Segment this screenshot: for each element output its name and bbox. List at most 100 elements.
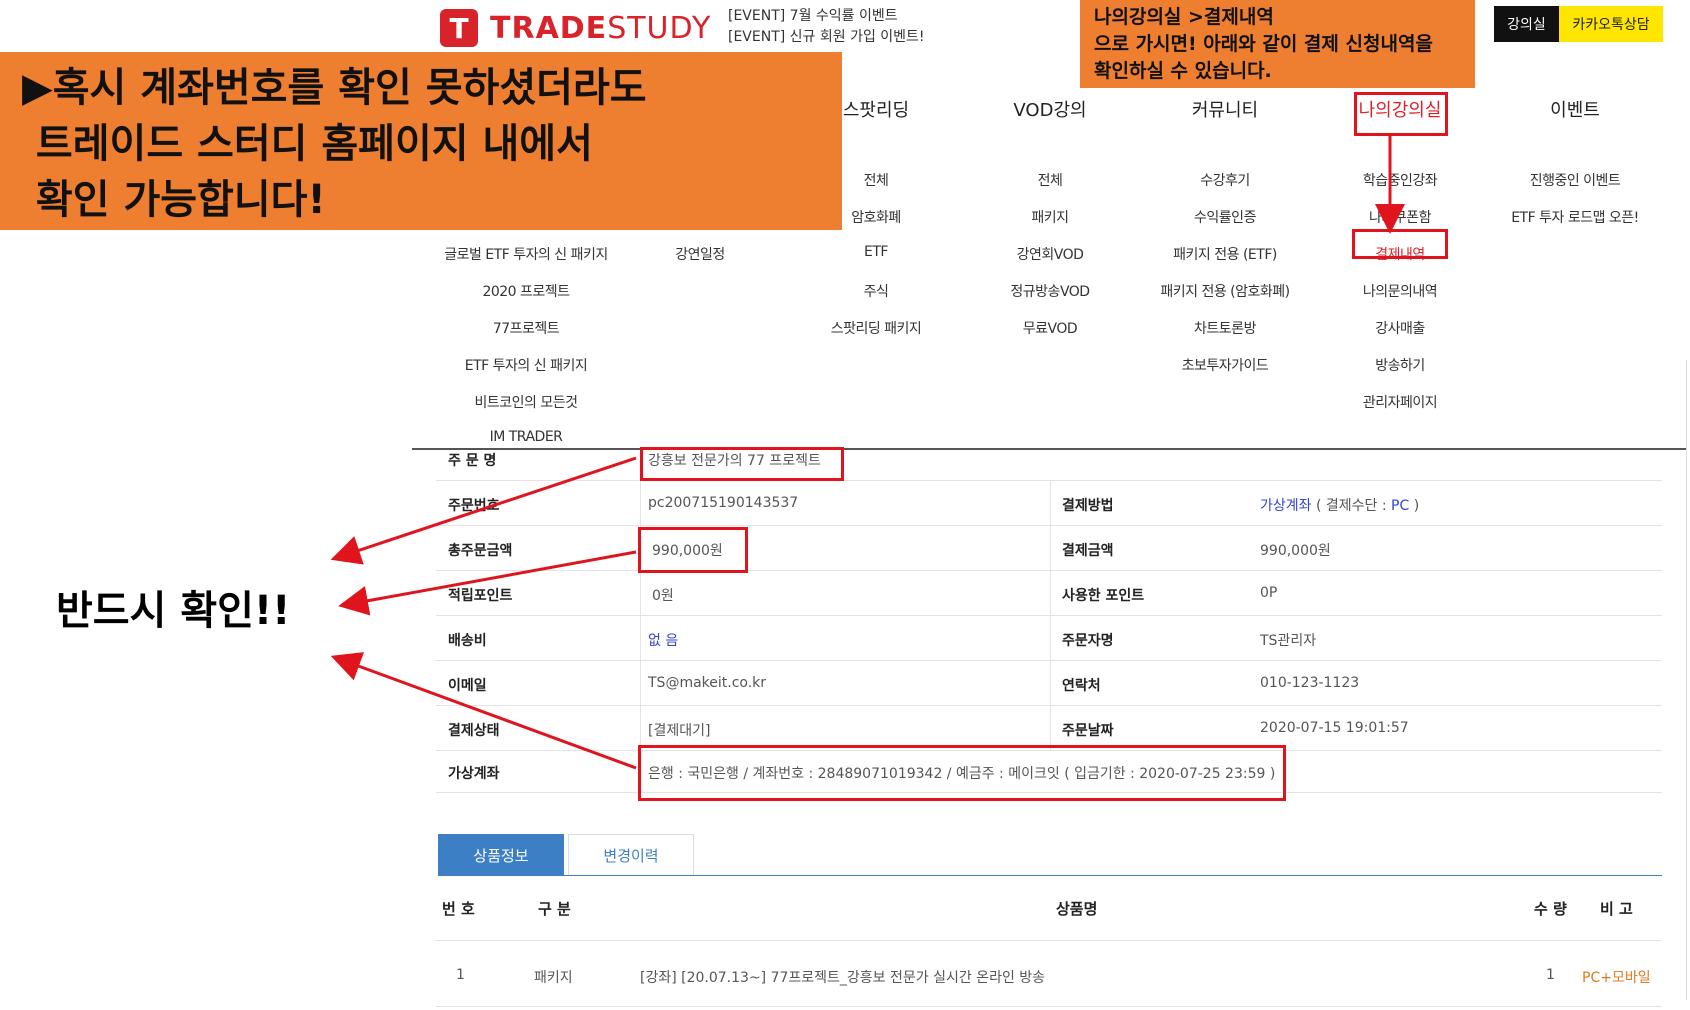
virtual-account-label: 가상계좌 <box>448 766 500 782</box>
menu-item[interactable]: 무료VOD <box>960 318 1140 338</box>
menu-item[interactable]: 강연회VOD <box>960 244 1140 264</box>
tab-product-info[interactable]: 상품정보 <box>438 834 564 876</box>
menu-item[interactable]: 패키지 전용 (ETF) <box>1135 244 1315 264</box>
order-field-label: 주문번호 <box>448 498 500 514</box>
product-number: 1 <box>456 967 465 983</box>
order-field-value: [결제대기] <box>648 723 711 739</box>
kakao-consult-button[interactable]: 카카오톡상담 <box>1559 6 1663 42</box>
menu-item[interactable]: 77프로젝트 <box>436 318 616 338</box>
event-link[interactable]: [EVENT] 신규 회원 가입 이벤트! <box>728 27 925 48</box>
order-field-label: 배송비 <box>448 633 487 649</box>
menu-item[interactable]: 초보투자가이드 <box>1135 355 1315 375</box>
logo-mark-icon: T <box>440 9 478 47</box>
order-field-value: 010-123-1123 <box>1260 675 1360 691</box>
order-field-label: 이메일 <box>448 678 487 694</box>
menu-item[interactable]: 진행중인 이벤트 <box>1485 170 1665 190</box>
menu-item[interactable]: 나의쿠폰함 <box>1310 207 1490 227</box>
order-field-label: 결제상태 <box>448 723 500 739</box>
menu-item[interactable]: 비트코인의 모든것 <box>436 392 616 412</box>
menu-item[interactable]: 주식 <box>786 281 966 301</box>
event-link[interactable]: [EVENT] 7월 수익률 이벤트 <box>728 6 925 27</box>
order-field-value: TS@makeit.co.kr <box>648 675 767 691</box>
menu-item[interactable]: 스팟리딩 패키지 <box>786 318 966 338</box>
tradestudy-logo[interactable]: T TRADESTUDY <box>440 8 711 48</box>
column-divider <box>1050 571 1051 616</box>
order-field-label: 주문자명 <box>1062 633 1114 649</box>
highlight-virtual-account <box>638 745 1286 801</box>
tab-change-history[interactable]: 변경이력 <box>568 834 694 876</box>
order-field-value: 0원 <box>652 588 674 604</box>
col-header-product: 상품명 <box>1056 900 1098 918</box>
col-header-qty: 수 량 <box>1534 900 1567 918</box>
tab-underline <box>438 875 1662 876</box>
menu-item[interactable]: 패키지 전용 (암호화폐) <box>1135 281 1315 301</box>
menu-item[interactable]: 정규방송VOD <box>960 281 1140 301</box>
product-qty: 1 <box>1546 967 1555 983</box>
menu-item[interactable]: 2020 프로젝트 <box>436 281 616 301</box>
product-note: PC+모바일 <box>1582 970 1651 986</box>
top-callout-text: 나의강의실 >결제내역 으로 가시면! 아래와 같이 결제 신청내역을 확인하실… <box>1094 6 1433 82</box>
must-check-label: 반드시 확인!! <box>56 588 291 634</box>
order-field-value: 없 음 <box>648 633 679 649</box>
highlight-order-name <box>640 447 844 481</box>
column-divider <box>1050 481 1051 526</box>
row-divider <box>436 705 1662 706</box>
column-divider <box>1050 526 1051 571</box>
menu-item[interactable]: 관리자페이지 <box>1310 392 1490 412</box>
event-ticker: [EVENT] 7월 수익률 이벤트 [EVENT] 신규 회원 가입 이벤트! <box>728 6 925 48</box>
col-header-number: 번 호 <box>442 900 475 918</box>
highlight-my-class <box>1354 92 1448 136</box>
my-class-button[interactable]: 강의실 <box>1494 6 1559 42</box>
menu-item[interactable]: 학습중인강좌 <box>1310 170 1490 190</box>
row-divider <box>436 525 1662 526</box>
menu-item[interactable]: 나의문의내역 <box>1310 281 1490 301</box>
order-name-label: 주 문 명 <box>448 453 497 469</box>
order-field-label: 주문날짜 <box>1062 723 1114 739</box>
nav-tab-col5[interactable]: 커뮤니티 <box>1145 96 1305 122</box>
order-field-label: 총주문금액 <box>448 543 513 559</box>
nav-tab-col4[interactable]: VOD강의 <box>970 96 1130 122</box>
menu-item[interactable]: 강사매출 <box>1310 318 1490 338</box>
nav-tab-col7[interactable]: 이벤트 <box>1495 96 1655 122</box>
product-name-link[interactable]: [강좌] [20.07.13~] 77프로젝트_강흥보 전문가 실시간 온라인 … <box>640 967 1045 987</box>
order-field-value: TS관리자 <box>1260 633 1317 649</box>
menu-item[interactable]: 수익률인증 <box>1135 207 1315 227</box>
row-divider <box>436 940 1662 941</box>
order-field-value: 0P <box>1260 585 1278 601</box>
menu-divider <box>412 448 1686 450</box>
highlight-payment-history <box>1352 229 1448 259</box>
order-field-value: 990,000원 <box>1260 543 1331 559</box>
logo-wordmark: TRADESTUDY <box>490 10 712 46</box>
menu-item[interactable]: 전체 <box>960 170 1140 190</box>
row-divider <box>436 570 1662 571</box>
menu-item[interactable]: 패키지 <box>960 207 1140 227</box>
order-field-label: 결제금액 <box>1062 543 1114 559</box>
order-field-value: pc200715190143537 <box>648 495 799 511</box>
order-field-value: 2020-07-15 19:01:57 <box>1260 720 1409 736</box>
row-divider <box>436 615 1662 616</box>
menu-item[interactable]: 차트토론방 <box>1135 318 1315 338</box>
column-divider <box>1050 616 1051 661</box>
highlight-total-amount <box>638 527 748 573</box>
menu-item[interactable]: ETF 투자의 신 패키지 <box>436 355 616 375</box>
menu-item[interactable]: 강연일정 <box>610 244 790 264</box>
order-field-label: 결제방법 <box>1062 498 1114 514</box>
order-field-label: 적립포인트 <box>448 588 513 604</box>
menu-item[interactable]: ETF 투자 로드맵 오픈! <box>1485 207 1665 227</box>
row-divider <box>436 660 1662 661</box>
row-divider <box>436 1006 1662 1007</box>
menu-item[interactable]: 수강후기 <box>1135 170 1315 190</box>
column-divider <box>1050 661 1051 706</box>
menu-item[interactable]: ETF <box>786 244 966 260</box>
left-callout-text: ▶혹시 계좌번호를 확인 못하셨더라도 트레이드 스터디 홈페이지 내에서 확인… <box>22 65 647 223</box>
col-header-note: 비 고 <box>1600 900 1633 918</box>
menu-item[interactable]: 방송하기 <box>1310 355 1490 375</box>
arrow-left <box>330 652 637 770</box>
menu-item[interactable]: 글로벌 ETF 투자의 신 패키지 <box>436 244 616 264</box>
menu-item[interactable]: IM TRADER <box>436 429 616 445</box>
order-field-label: 사용한 포인트 <box>1062 588 1145 604</box>
product-category: 패키지 <box>534 970 573 986</box>
right-border <box>1686 360 1687 1000</box>
payment-method-value: 가상계좌 ( 결제수단 : PC ) <box>1260 498 1420 514</box>
row-divider <box>436 480 1662 481</box>
